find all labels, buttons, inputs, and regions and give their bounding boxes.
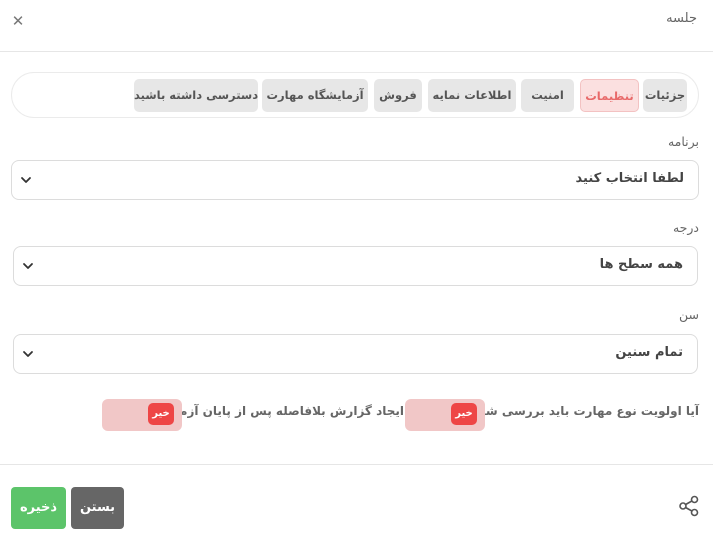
age-select-value: تمام سنین: [615, 345, 683, 360]
age-select[interactable]: تمام سنین: [13, 334, 698, 374]
level-label: درجه: [672, 220, 699, 235]
tab-bar: جزئیات تنظیمات امنیت اطلاعات نمایه فروش …: [11, 72, 699, 118]
level-select[interactable]: همه سطح ها: [13, 246, 698, 286]
chevron-down-icon: [23, 351, 33, 357]
tab-sales[interactable]: فروش: [374, 79, 422, 112]
modal-header: ✕ جلسه: [0, 0, 713, 52]
modal-footer: ذخیره بستن: [0, 464, 713, 546]
tab-skill-lab[interactable]: آزمایشگاه مهارت: [262, 79, 368, 112]
tab-security[interactable]: امنیت: [521, 79, 574, 112]
close-button[interactable]: بستن: [71, 487, 124, 529]
tab-details[interactable]: جزئیات: [643, 79, 687, 112]
save-button[interactable]: ذخیره: [11, 487, 66, 529]
chevron-down-icon: [23, 263, 33, 269]
program-select[interactable]: لطفا انتخاب کنید: [11, 160, 699, 200]
skill-priority-toggle[interactable]: خیر: [405, 399, 485, 431]
tab-profile-info[interactable]: اطلاعات نمایه: [428, 79, 516, 112]
instant-report-toggle[interactable]: خیر: [102, 399, 182, 431]
close-icon[interactable]: ✕: [10, 12, 26, 30]
modal-title: جلسه: [666, 11, 697, 26]
level-select-value: همه سطح ها: [599, 257, 683, 272]
tab-access[interactable]: دسترسی داشته باشید: [134, 79, 258, 112]
share-icon[interactable]: [678, 495, 700, 517]
instant-report-label: ایجاد گزارش بلافاصله پس از پایان آزمون: [162, 404, 404, 418]
tab-settings[interactable]: تنظیمات: [580, 79, 639, 112]
program-select-value: لطفا انتخاب کنید: [575, 171, 684, 186]
instant-report-toggle-value: خیر: [148, 403, 174, 425]
skill-priority-label: آیا اولویت نوع مهارت باید بررسی شود؟: [465, 404, 699, 418]
age-label: سن: [679, 307, 699, 322]
program-label: برنامه: [667, 134, 699, 149]
chevron-down-icon: [21, 177, 31, 183]
skill-priority-toggle-value: خیر: [451, 403, 477, 425]
